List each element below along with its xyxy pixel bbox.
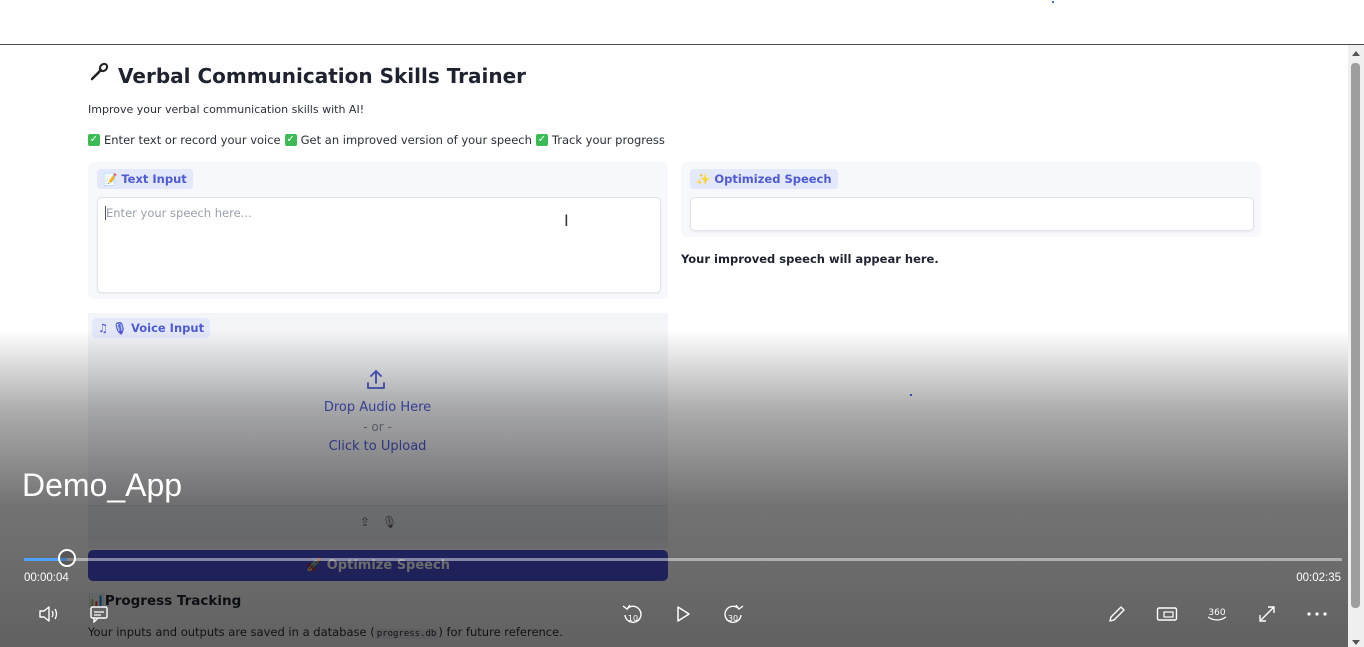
total-time: 00:02:35 [1296, 572, 1341, 584]
optimized-speech-label: ✨ Optimized Speech [690, 169, 838, 189]
top-strip [0, 0, 1364, 44]
db-filename: progress.db [374, 629, 439, 639]
page-subtitle: Improve your verbal communication skills… [88, 103, 365, 116]
scrollbar-thumb[interactable] [1351, 63, 1360, 608]
optimized-speech-output[interactable] [690, 197, 1254, 231]
ibeam-cursor-icon: I [564, 211, 569, 230]
upload-icon[interactable] [366, 369, 386, 391]
sparkle-icon: ✨ [696, 172, 711, 186]
scroll-up-arrow-icon[interactable] [1352, 51, 1360, 56]
drop-audio-text[interactable]: Drop Audio Here [290, 400, 465, 415]
optimized-speech-placeholder: Your improved speech will appear here. [681, 252, 939, 266]
microphone-icon: 🎙 [112, 321, 127, 335]
scroll-down-arrow-icon[interactable] [1352, 640, 1360, 645]
forward-seconds-label: 30 [728, 614, 738, 623]
video-title: Demo_App [22, 467, 183, 503]
speech-placeholder: Enter your speech here... [106, 206, 252, 220]
rewind-seconds-label: 10 [628, 614, 638, 623]
memo-icon: 📝 [103, 172, 118, 186]
voice-input-label: ♫ 🎙 Voice Input [92, 318, 211, 338]
stray-dot [1052, 1, 1054, 3]
app-screen: Verbal Communication Skills Trainer Impr… [0, 45, 1348, 647]
optimize-speech-button[interactable]: 🚀 Optimize Speech [88, 550, 668, 581]
play-icon[interactable] [668, 599, 698, 629]
miniplayer-icon[interactable] [1152, 599, 1182, 629]
svg-text:360: 360 [1208, 608, 1225, 618]
microphone-source-icon[interactable]: 🎙 [382, 515, 397, 529]
page-title: Verbal Communication Skills Trainer [88, 61, 526, 88]
360-view-icon[interactable]: 360 [1202, 599, 1232, 629]
rewind-10-icon[interactable]: 10 [618, 599, 648, 629]
fullscreen-icon[interactable] [1252, 599, 1282, 629]
captions-icon[interactable] [84, 599, 114, 629]
or-separator: - or - [363, 420, 392, 434]
check-icon: ✓ [88, 134, 100, 146]
pen-icon[interactable] [1102, 599, 1132, 629]
check-icon: ✓ [535, 134, 548, 146]
stray-dot [910, 394, 912, 396]
feature-item: Get an improved version of your speech [300, 133, 532, 147]
forward-30-icon[interactable]: 30 [718, 599, 748, 629]
check-icon: ✓ [284, 134, 297, 146]
more-options-icon[interactable] [1302, 599, 1332, 629]
feature-list: ✓ Enter text or record your voice ✓ Get an… [88, 133, 665, 147]
text-input-label: 📝 Text Input [97, 169, 193, 189]
seek-bar[interactable] [24, 558, 1342, 561]
audio-source-bar [88, 505, 668, 540]
feature-item: Enter text or record your voice [104, 133, 281, 147]
upload-source-icon[interactable]: ⇪ [360, 515, 370, 529]
microphone-icon [88, 61, 110, 88]
scrollbar[interactable] [1348, 45, 1364, 647]
volume-icon[interactable] [34, 599, 64, 629]
feature-item: Track your progress [551, 133, 665, 147]
current-time: 00:00:04 [24, 572, 69, 584]
page-title-text: Verbal Communication Skills Trainer [118, 64, 527, 88]
click-to-upload-text[interactable]: Click to Upload [290, 439, 465, 454]
music-note-icon: ♫ [98, 321, 109, 335]
speech-textarea[interactable]: Enter your speech here... [97, 197, 661, 293]
progress-description: Your inputs and outputs are saved in a d… [88, 625, 563, 639]
video-player[interactable]: Verbal Communication Skills Trainer Impr… [0, 44, 1364, 647]
